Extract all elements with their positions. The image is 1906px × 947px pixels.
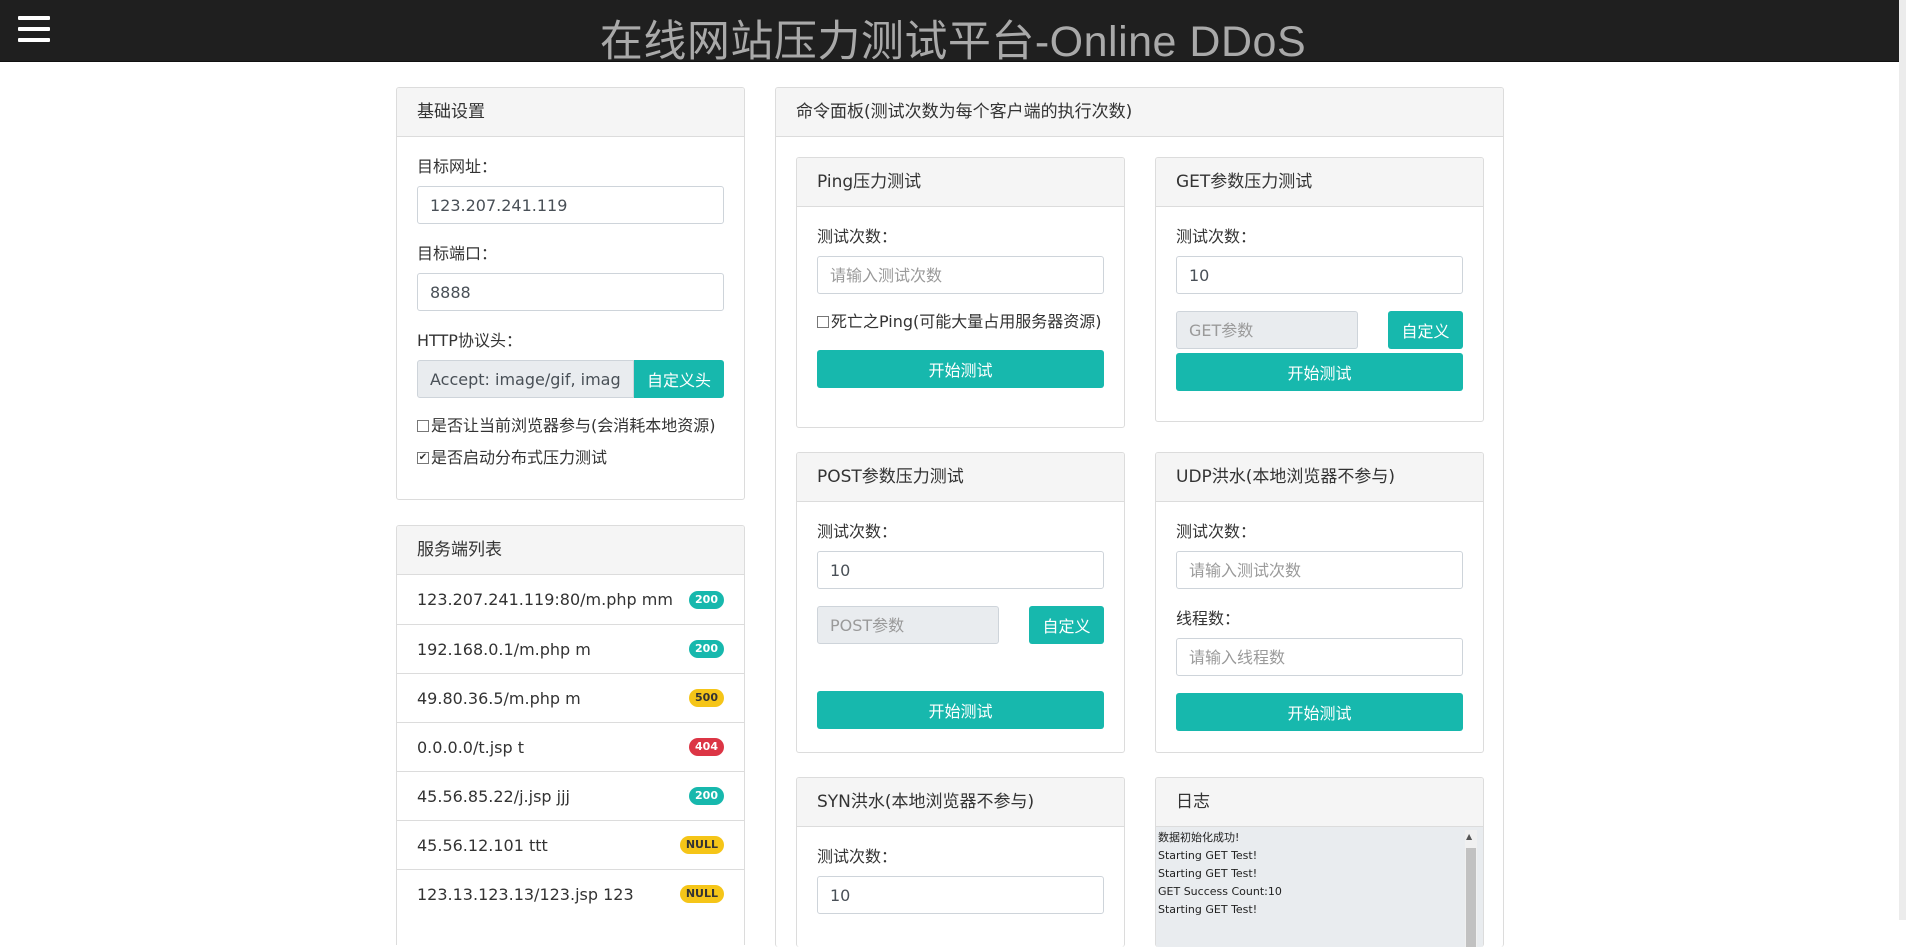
http-header-label: HTTP协议头： xyxy=(417,331,522,350)
check-icon[interactable]: ✔ xyxy=(417,452,429,464)
log-card: 日志 数据初始化成功! Starting GET Test! Starting GE… xyxy=(1155,777,1484,947)
ping-count-input[interactable] xyxy=(817,256,1104,294)
status-badge: NULL xyxy=(679,885,724,903)
top-navbar: 在线网站压力测试平台-Online DDoS xyxy=(0,0,1906,66)
server-list-item[interactable]: 49.80.36.5/m.php m 500 xyxy=(397,673,744,722)
syn-flood-title: SYN洪水(本地浏览器不参与) xyxy=(797,778,1124,827)
get-param-input[interactable] xyxy=(1176,311,1358,349)
post-param-input[interactable] xyxy=(817,606,999,644)
server-list-title: 服务端列表 xyxy=(397,526,744,575)
server-address: 0.0.0.0/t.jsp t xyxy=(417,737,525,757)
get-custom-button[interactable]: 自定义 xyxy=(1388,311,1463,349)
server-address: 49.80.36.5/m.php m xyxy=(417,688,581,708)
target-url-input[interactable] xyxy=(417,186,724,224)
status-badge: 200 xyxy=(689,590,724,609)
post-count-label: 测试次数： xyxy=(817,522,898,541)
udp-flood-card: UDP洪水(本地浏览器不参与) 测试次数： 线程数： 开始测试 xyxy=(1155,452,1484,753)
http-header-input[interactable] xyxy=(417,360,634,398)
server-list-item[interactable]: 45.56.85.22/j.jsp jjj 200 xyxy=(397,771,744,820)
server-address: 45.56.12.101 ttt xyxy=(417,835,548,855)
syn-count-input[interactable] xyxy=(817,876,1104,914)
death-ping-label: 死亡之Ping(可能大量占用服务器资源) xyxy=(831,312,1102,331)
server-list-item[interactable]: 45.56.12.101 ttt NULL xyxy=(397,820,744,869)
syn-count-label: 测试次数： xyxy=(817,847,898,866)
log-line: GET Success Count:10 xyxy=(1158,885,1282,898)
browser-participate-label: 是否让当前浏览器参与(会消耗本地资源) xyxy=(431,416,716,435)
basic-settings-title: 基础设置 xyxy=(397,88,744,137)
status-badge: NULL xyxy=(679,836,724,854)
post-count-input[interactable] xyxy=(817,551,1104,589)
log-line: Starting GET Test! xyxy=(1158,867,1258,880)
browser-participate-box[interactable] xyxy=(417,420,429,432)
udp-start-button[interactable]: 开始测试 xyxy=(1176,693,1463,731)
get-count-label: 测试次数： xyxy=(1176,227,1257,246)
server-address: 123.207.241.119:80/m.php mm xyxy=(417,590,673,609)
death-ping-checkbox[interactable]: 死亡之Ping(可能大量占用服务器资源) xyxy=(817,311,1104,333)
post-start-button[interactable]: 开始测试 xyxy=(817,691,1104,729)
basic-settings-card: 基础设置 目标网址： 目标端口： HTTP协议头： 自定义头 是否让当前浏览器参… xyxy=(396,87,745,500)
status-badge: 200 xyxy=(689,640,724,658)
server-list: 123.207.241.119:80/m.php mm 200 192.168.0.… xyxy=(397,575,744,918)
syn-flood-card: SYN洪水(本地浏览器不参与) 测试次数： xyxy=(796,777,1125,947)
page-scrollbar[interactable] xyxy=(1899,0,1906,920)
status-badge: 200 xyxy=(689,787,724,805)
log-line: 数据初始化成功! xyxy=(1158,831,1240,844)
get-count-input[interactable] xyxy=(1176,256,1463,294)
udp-count-input[interactable] xyxy=(1176,551,1463,589)
udp-thread-label: 线程数： xyxy=(1176,609,1241,628)
post-test-card: POST参数压力测试 测试次数： 自定义 开始测试 xyxy=(796,452,1125,753)
server-list-item[interactable]: 123.13.123.13/123.jsp 123 NULL xyxy=(397,869,744,918)
get-test-card: GET参数压力测试 测试次数： 自定义 开始测试 xyxy=(1155,157,1484,422)
log-line: Starting GET Test! xyxy=(1158,903,1258,916)
scroll-up-icon[interactable]: ▲ xyxy=(1466,832,1472,841)
get-start-button[interactable]: 开始测试 xyxy=(1176,353,1463,391)
server-list-item[interactable]: 192.168.0.1/m.php m 200 xyxy=(397,624,744,673)
log-title: 日志 xyxy=(1156,778,1483,827)
custom-header-button[interactable]: 自定义头 xyxy=(634,360,724,398)
distributed-test-label: 是否启动分布式压力测试 xyxy=(431,448,608,467)
server-address: 45.56.85.22/j.jsp jjj xyxy=(417,786,570,806)
post-custom-button[interactable]: 自定义 xyxy=(1029,606,1104,644)
udp-thread-input[interactable] xyxy=(1176,638,1463,676)
command-panel-title: 命令面板(测试次数为每个客户端的执行次数) xyxy=(776,88,1503,137)
ping-test-card: Ping压力测试 测试次数： 死亡之Ping(可能大量占用服务器资源) 开始测试 xyxy=(796,157,1125,428)
server-list-card: 服务端列表 123.207.241.119:80/m.php mm 200 192.… xyxy=(396,525,745,945)
death-ping-box[interactable] xyxy=(817,316,829,328)
udp-count-label: 测试次数： xyxy=(1176,522,1257,541)
ping-count-label: 测试次数： xyxy=(817,227,898,246)
get-test-title: GET参数压力测试 xyxy=(1156,158,1483,207)
target-port-input[interactable] xyxy=(417,273,724,311)
distributed-test-checkbox[interactable]: ✔ 是否启动分布式压力测试 xyxy=(417,447,724,469)
target-url-label: 目标网址： xyxy=(417,157,498,176)
server-address: 123.13.123.13/123.jsp 123 xyxy=(417,884,634,904)
status-badge: 500 xyxy=(689,689,724,707)
log-scroll-thumb[interactable] xyxy=(1466,848,1476,947)
log-textarea[interactable]: 数据初始化成功! Starting GET Test! Starting GET T… xyxy=(1156,827,1483,947)
page-title: 在线网站压力测试平台-Online DDoS xyxy=(599,18,1307,66)
server-list-item[interactable]: 123.207.241.119:80/m.php mm 200 xyxy=(397,575,744,624)
server-list-item[interactable]: 0.0.0.0/t.jsp t 404 xyxy=(397,722,744,771)
browser-participate-checkbox[interactable]: 是否让当前浏览器参与(会消耗本地资源) xyxy=(417,415,724,437)
ping-start-button[interactable]: 开始测试 xyxy=(817,350,1104,388)
log-scrollbar[interactable]: ▲ xyxy=(1465,830,1477,947)
log-line: Starting GET Test! xyxy=(1158,849,1258,862)
target-port-label: 目标端口： xyxy=(417,244,498,263)
udp-flood-title: UDP洪水(本地浏览器不参与) xyxy=(1156,453,1483,502)
status-badge: 404 xyxy=(689,738,724,756)
server-address: 192.168.0.1/m.php m xyxy=(417,639,591,659)
post-test-title: POST参数压力测试 xyxy=(797,453,1124,502)
ping-test-title: Ping压力测试 xyxy=(797,158,1124,207)
